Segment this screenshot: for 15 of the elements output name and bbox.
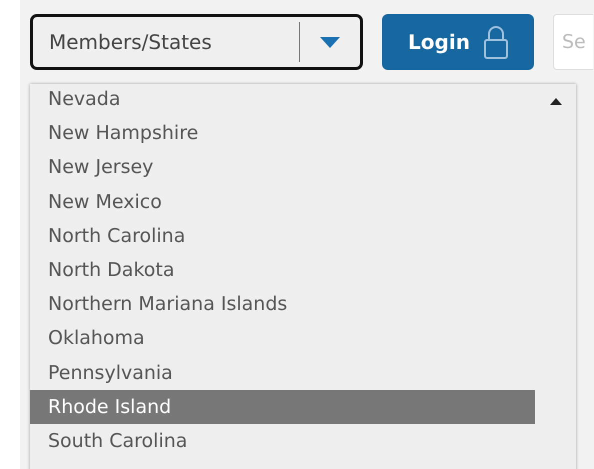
state-option[interactable]: North Carolina bbox=[30, 218, 535, 253]
search-field[interactable]: Se bbox=[553, 14, 593, 70]
state-option[interactable]: Rhode Island bbox=[30, 390, 535, 424]
state-option[interactable]: New Mexico bbox=[30, 184, 535, 219]
state-option[interactable]: Oklahoma bbox=[30, 321, 535, 356]
state-option[interactable]: New Hampshire bbox=[30, 116, 535, 150]
state-option[interactable]: Pennsylvania bbox=[30, 356, 535, 390]
state-option[interactable]: Northern Mariana Islands bbox=[30, 287, 535, 322]
state-option[interactable]: North Dakota bbox=[30, 252, 535, 288]
state-option[interactable]: South Carolina bbox=[30, 424, 535, 458]
state-option[interactable]: Nevada bbox=[30, 84, 535, 116]
dropdown-value: Members/States bbox=[49, 30, 213, 54]
state-option[interactable]: New Jersey bbox=[30, 150, 535, 185]
state-dropdown[interactable]: Members/States bbox=[30, 14, 363, 70]
login-button[interactable]: Login bbox=[382, 14, 534, 70]
